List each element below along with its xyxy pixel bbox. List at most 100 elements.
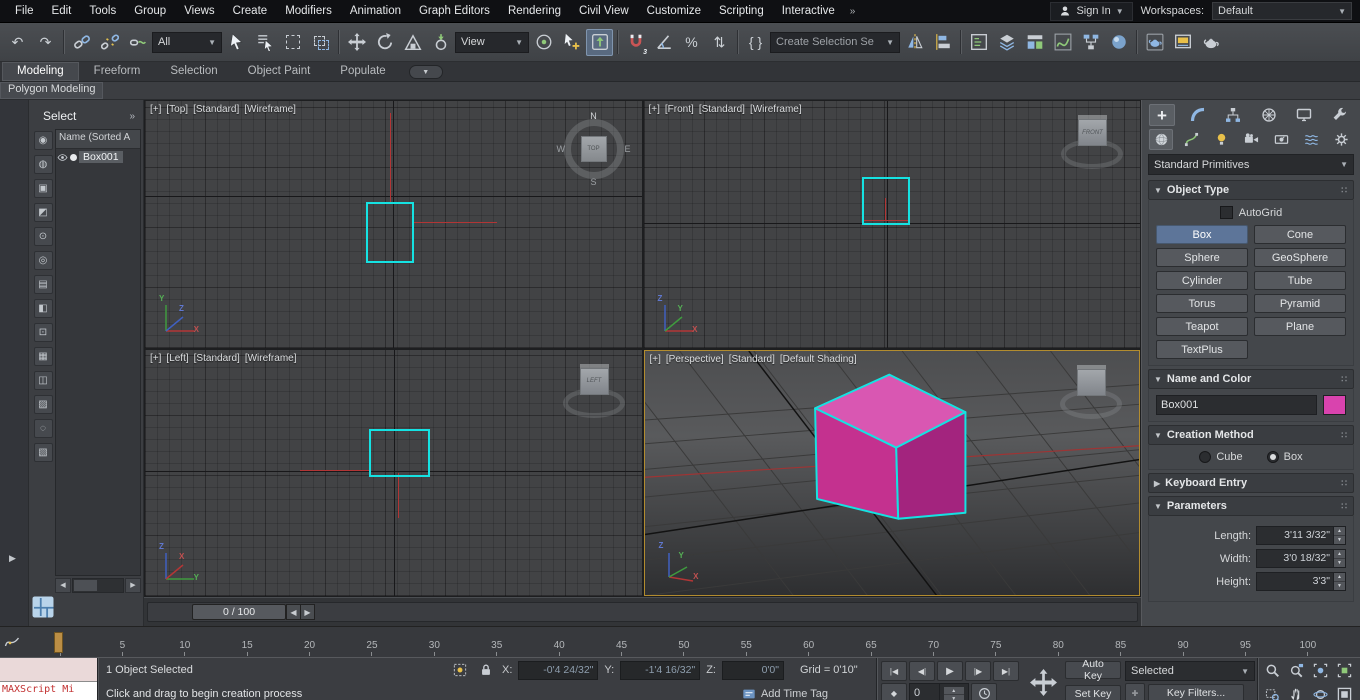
render-setup-icon[interactable]	[1141, 29, 1168, 56]
visibility-eye-icon[interactable]	[57, 152, 68, 163]
menu-item[interactable]: Interactive	[773, 2, 844, 20]
spinner-down-icon[interactable]: ▼	[1334, 535, 1345, 544]
menu-item[interactable]: File	[6, 2, 43, 20]
use-pivot-point-center-icon[interactable]	[530, 29, 557, 56]
viewport-menu-shading[interactable]: [Wireframe]	[245, 353, 297, 364]
category-systems[interactable]	[1329, 129, 1353, 150]
creation-method-radio[interactable]: Cube	[1199, 451, 1242, 463]
category-helpers[interactable]	[1269, 129, 1293, 150]
time-configuration-icon[interactable]	[971, 683, 997, 700]
material-editor-icon[interactable]	[1105, 29, 1132, 56]
object-color-swatch[interactable]	[1323, 395, 1346, 415]
object-type-button[interactable]: Teapot	[1156, 317, 1248, 336]
bind-to-space-warp-icon[interactable]	[124, 29, 151, 56]
sign-in-button[interactable]: Sign In ▼	[1050, 2, 1132, 21]
category-space-warps[interactable]	[1299, 129, 1323, 150]
menu-item[interactable]: Rendering	[499, 2, 570, 20]
named-selection-dropdown[interactable]: Create Selection Se ▼	[770, 32, 900, 53]
scrollbar-thumb[interactable]	[74, 580, 97, 591]
menu-item[interactable]: Customize	[638, 2, 710, 20]
compass-south[interactable]: S	[590, 177, 596, 187]
viewcube-compass[interactable]: TOP N E S W	[556, 111, 632, 187]
spinner-down-icon[interactable]: ▼	[944, 694, 965, 700]
viewcube-face[interactable]	[1077, 369, 1106, 396]
viewport-menu-pov[interactable]: [Left]	[166, 353, 188, 364]
compass-north[interactable]: N	[590, 111, 597, 121]
list-item[interactable]: Box001	[56, 149, 140, 165]
viewport-menu-pov[interactable]: [Front]	[665, 104, 694, 115]
snaps-toggle-icon[interactable]: 3	[622, 29, 649, 56]
object-name[interactable]: Box001	[79, 151, 123, 163]
y-coordinate-field[interactable]: -1'4 16/32"	[620, 661, 700, 680]
track-bar[interactable]: 0510152025303540455055606570758085909510…	[0, 626, 1360, 657]
selection-filter-dropdown[interactable]: All ▼	[152, 32, 222, 53]
scroll-left-icon[interactable]: ◀	[55, 578, 71, 593]
scroll-right-icon[interactable]: ▶	[125, 578, 141, 593]
selected-box-object[interactable]	[815, 374, 965, 518]
keyboard-shortcut-override-icon[interactable]	[586, 29, 613, 56]
viewport-menu-general[interactable]: [+]	[150, 353, 161, 364]
object-name-field[interactable]: Box001	[1156, 395, 1317, 415]
add-time-tag[interactable]: Add Time Tag	[742, 687, 828, 700]
compass-west[interactable]: W	[557, 144, 566, 154]
menu-item[interactable]: Create	[224, 2, 277, 20]
explorer-tool-icon[interactable]: ▧	[34, 443, 53, 462]
select-and-move-icon[interactable]	[343, 29, 370, 56]
spinner-up-icon[interactable]: ▲	[1334, 550, 1345, 558]
rollout-header[interactable]: ▼ Parameters ∷	[1148, 496, 1354, 516]
menu-overflow-icon[interactable]: »	[844, 6, 862, 17]
angle-snap-icon[interactable]	[650, 29, 677, 56]
viewcube-face[interactable]: FRONT	[1078, 119, 1107, 146]
percent-snap-icon[interactable]: %	[678, 29, 705, 56]
go-to-end-icon[interactable]: ▶|	[993, 661, 1019, 681]
schematic-view-icon[interactable]	[1077, 29, 1104, 56]
pan-view-icon[interactable]	[1285, 685, 1307, 700]
menu-item[interactable]: Modifiers	[276, 2, 341, 20]
spinner-snap-icon[interactable]: ⇅	[706, 29, 733, 56]
tab-display[interactable]	[1291, 104, 1317, 126]
rollout-header[interactable]: ▶ Keyboard Entry ∷	[1148, 473, 1354, 493]
undo-icon[interactable]: ↶	[4, 29, 31, 56]
select-by-name-icon[interactable]	[251, 29, 278, 56]
menu-item[interactable]: Views	[175, 2, 223, 20]
tab-motion[interactable]	[1256, 104, 1282, 126]
align-icon[interactable]	[929, 29, 956, 56]
viewport-menu-general[interactable]: [+]	[650, 354, 661, 365]
viewport-menu-shading[interactable]: [Wireframe]	[750, 104, 802, 115]
current-frame-field[interactable]: 0 ▲ ▼	[909, 683, 969, 700]
ribbon-tab[interactable]: Freeform	[79, 62, 156, 81]
viewcube[interactable]	[1059, 363, 1123, 417]
redo-icon[interactable]: ↷	[32, 29, 59, 56]
next-frame-icon[interactable]: |▶	[965, 661, 991, 681]
pan-cross-icon[interactable]	[1023, 658, 1063, 700]
viewcube[interactable]: LEFT	[562, 362, 626, 416]
object-type-button[interactable]: TextPlus	[1156, 340, 1248, 359]
object-type-button[interactable]: Sphere	[1156, 248, 1248, 267]
ribbon-options-icon[interactable]: ▼	[409, 65, 443, 79]
rollout-header[interactable]: ▼ Name and Color ∷	[1148, 369, 1354, 389]
menu-item[interactable]: Civil View	[570, 2, 638, 20]
select-object-icon[interactable]	[223, 29, 250, 56]
viewport-left[interactable]: [+] [Left] [Standard] [Wireframe] LEFT	[145, 350, 642, 597]
explorer-tool-icon[interactable]: ◫	[34, 371, 53, 390]
polygon-modeling-panel-tab[interactable]: Polygon Modeling	[0, 82, 103, 99]
viewport-menu-standard[interactable]: [Standard]	[699, 104, 745, 115]
maximize-viewport-icon[interactable]	[1333, 685, 1355, 700]
viewport-menu-standard[interactable]: [Standard]	[194, 353, 240, 364]
object-type-button[interactable]: Cone	[1254, 225, 1346, 244]
x-coordinate-field[interactable]: -0'4 24/32"	[518, 661, 598, 680]
explorer-tool-icon[interactable]: ◌	[34, 419, 53, 438]
explorer-tool-icon[interactable]: ▨	[34, 395, 53, 414]
select-and-link-icon[interactable]	[68, 29, 95, 56]
isolate-selection-icon[interactable]	[450, 660, 470, 680]
spinner-down-icon[interactable]: ▼	[1334, 581, 1345, 590]
menu-item[interactable]: Edit	[43, 2, 81, 20]
listener-pane[interactable]: MAXScript Mi	[0, 682, 97, 700]
category-cameras[interactable]	[1239, 129, 1263, 150]
menu-item[interactable]: Scripting	[710, 2, 773, 20]
maxscript-mini-listener[interactable]: MAXScript Mi	[0, 658, 97, 700]
auto-key-button[interactable]: Auto Key	[1065, 661, 1121, 679]
rectangular-selection-region-icon[interactable]	[279, 29, 306, 56]
tab-create[interactable]: +	[1149, 104, 1175, 126]
spinner-up-icon[interactable]: ▲	[1334, 527, 1345, 535]
